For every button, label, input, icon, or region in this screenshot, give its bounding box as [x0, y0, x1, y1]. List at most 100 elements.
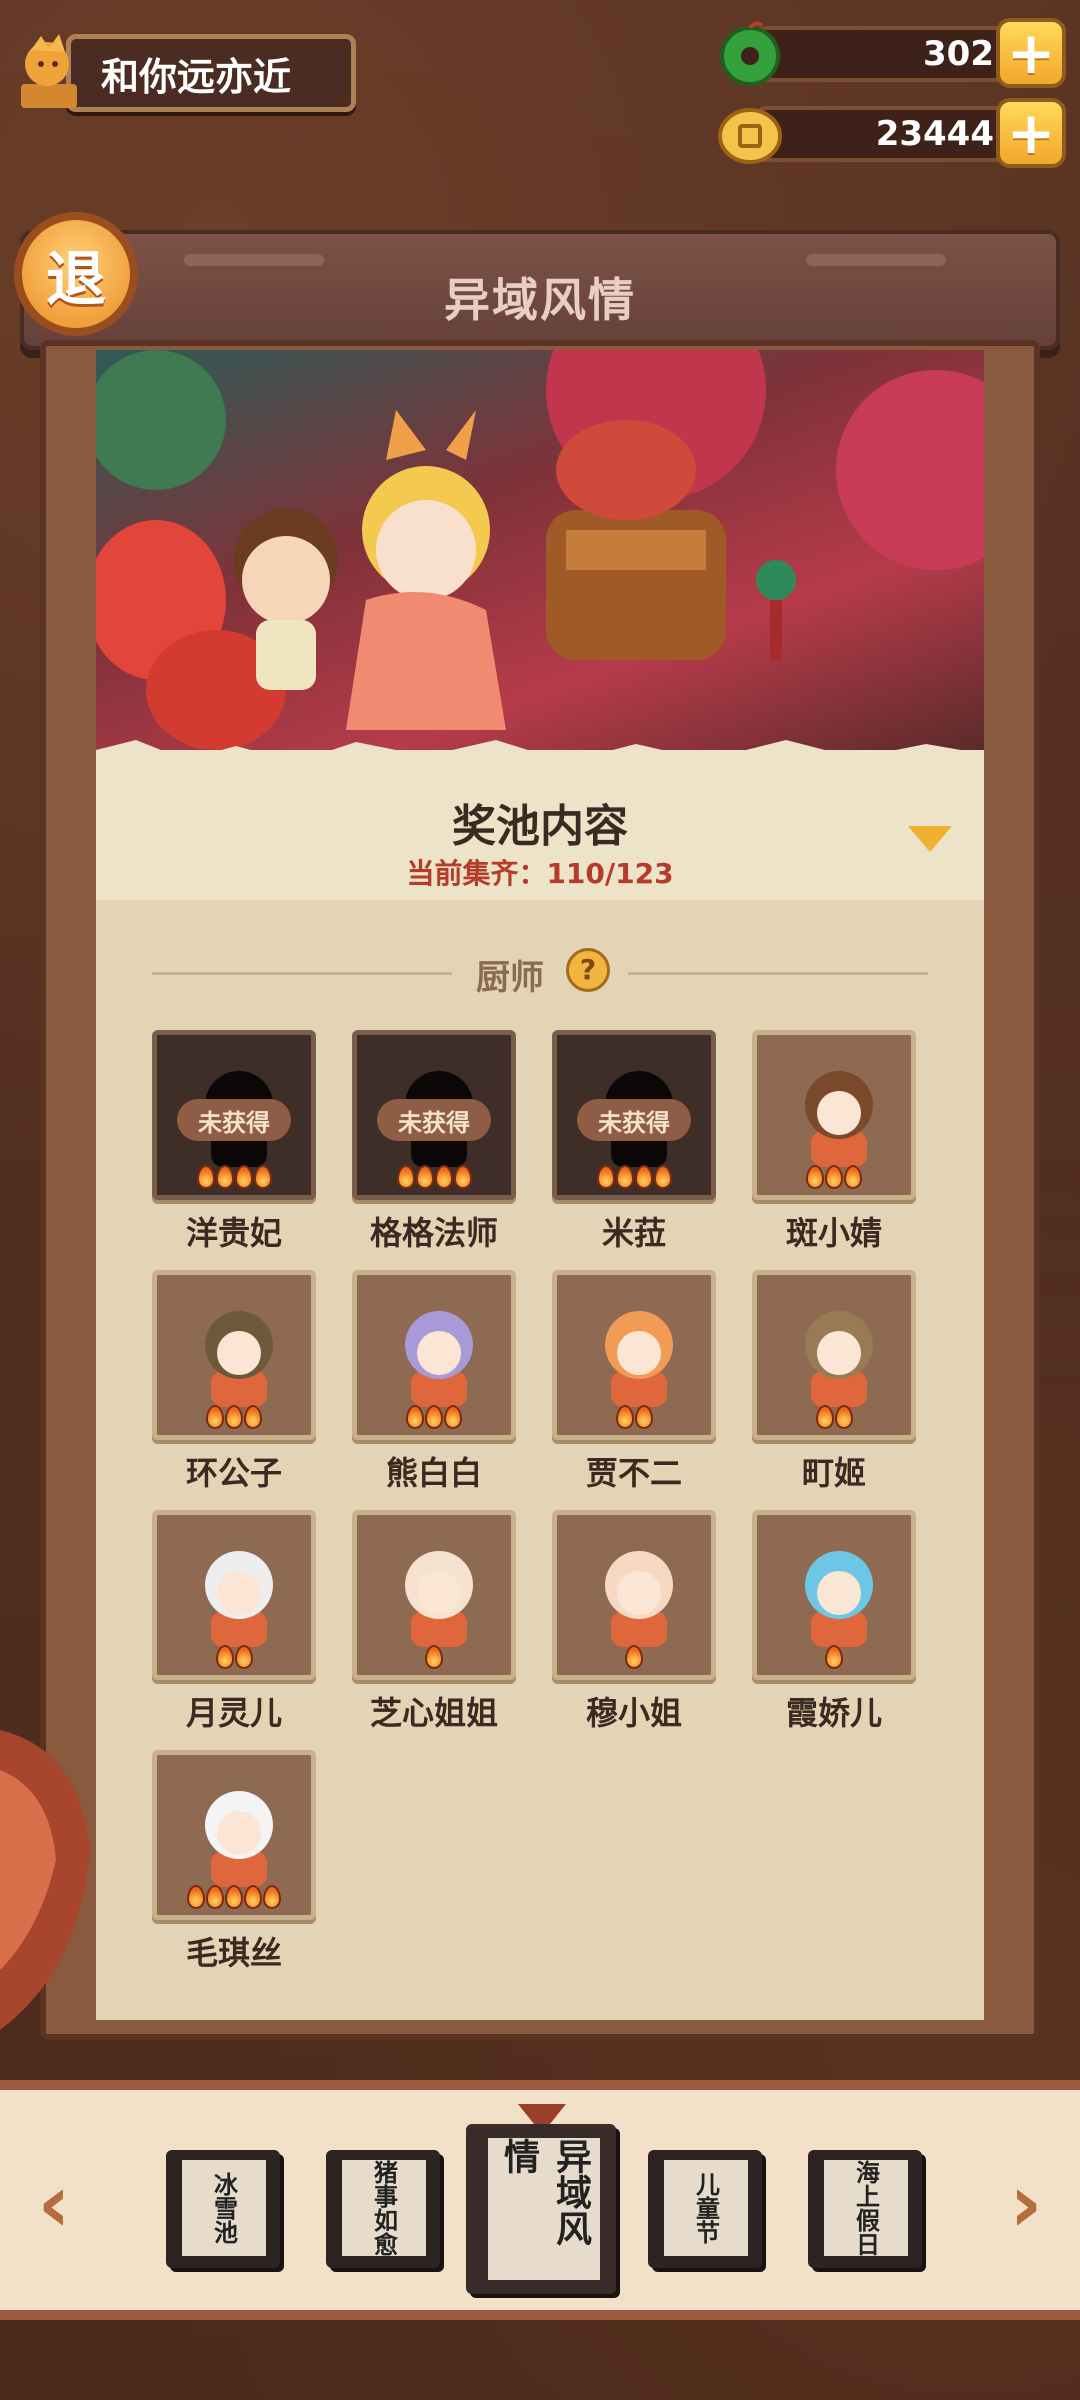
flame-icon: [206, 1885, 224, 1909]
chef-card[interactable]: 霞娇儿: [752, 1510, 916, 1732]
chef-list[interactable]: 厨师 ? 未获得 洋贵妃 未获得 格格法师 未获得 米菈 斑小婧 环公子 熊白白 贾不二 町姬 月灵儿…: [96, 900, 984, 2020]
chef-avatar-icon: [805, 1551, 873, 1647]
chef-portrait: [152, 1270, 316, 1440]
flame-icon: [234, 1645, 253, 1669]
chef-name: 穆小姐: [585, 1694, 682, 1732]
rarity-flames: [357, 1405, 511, 1429]
chef-name: 町姬: [801, 1454, 866, 1492]
chef-card[interactable]: 未获得 洋贵妃: [152, 1030, 316, 1252]
player-info[interactable]: 和你远亦近: [10, 30, 356, 116]
chef-portrait: [152, 1510, 316, 1680]
title-board: 异域风情: [20, 230, 1060, 350]
chef-avatar-icon: [405, 1551, 473, 1647]
rarity-flames: [757, 1645, 911, 1669]
chef-card[interactable]: 斑小婧: [752, 1030, 916, 1252]
rarity-flames: [557, 1165, 711, 1189]
back-button[interactable]: 退: [14, 212, 138, 336]
chef-name: 贾不二: [585, 1454, 682, 1492]
flame-icon: [425, 1645, 443, 1669]
flame-icon: [625, 1645, 643, 1669]
rarity-flames: [757, 1405, 911, 1429]
collapse-arrow-icon[interactable]: [908, 826, 952, 852]
chef-avatar-icon: [805, 1071, 873, 1167]
theme-tab[interactable]: 儿童节: [648, 2150, 762, 2268]
chef-card[interactable]: 芝心姐姐: [352, 1510, 516, 1732]
chef-portrait: [352, 1270, 516, 1440]
chef-card[interactable]: 未获得 米菈: [552, 1030, 716, 1252]
coin-currency: 23444 +: [716, 98, 1066, 168]
flame-icon: [196, 1165, 215, 1189]
torn-edge: [96, 740, 984, 790]
flame-icon: [806, 1165, 824, 1189]
not-obtained-badge: 未获得: [177, 1099, 291, 1141]
tab-cover: 冰雪池: [182, 2160, 266, 2256]
theme-tab[interactable]: 冰雪池: [166, 2150, 280, 2268]
flame-icon: [834, 1405, 853, 1429]
flame-icon: [615, 1165, 634, 1189]
flame-icon: [215, 1165, 234, 1189]
flame-icon: [406, 1405, 424, 1429]
flame-icon: [596, 1165, 615, 1189]
pool-panel: 奖池内容 当前集齐：110/123 厨师 ? 未获得 洋贵妃 未获得 格格法师 未获得米…: [96, 350, 984, 2020]
rarity-flames: [557, 1405, 711, 1429]
chef-card[interactable]: 熊白白: [352, 1270, 516, 1492]
not-obtained-badge: 未获得: [377, 1099, 491, 1141]
flame-icon: [206, 1405, 224, 1429]
chef-card[interactable]: 穆小姐: [552, 1510, 716, 1732]
rarity-flames: [357, 1165, 511, 1189]
chef-name: 环公子: [185, 1454, 282, 1492]
add-jade-button[interactable]: +: [996, 18, 1066, 88]
chef-card[interactable]: 贾不二: [552, 1270, 716, 1492]
flame-icon: [453, 1165, 472, 1189]
prev-arrow-icon[interactable]: ‹: [24, 2164, 84, 2244]
chef-card[interactable]: 未获得 格格法师: [352, 1030, 516, 1252]
gold-coin-icon: [716, 100, 784, 168]
rarity-flames: [157, 1645, 311, 1669]
flame-icon: [634, 1165, 653, 1189]
rarity-flames: [757, 1165, 911, 1189]
chef-name: 斑小婧: [785, 1214, 882, 1252]
section-header: 厨师 ?: [96, 940, 984, 1000]
chef-card[interactable]: 町姬: [752, 1270, 916, 1492]
flame-icon: [396, 1165, 415, 1189]
tab-cover: 儿童节: [664, 2160, 748, 2256]
theme-tab[interactable]: 海上假日: [808, 2150, 922, 2268]
coin-amount: 23444: [756, 106, 1026, 162]
player-name: 和你远亦近: [66, 34, 356, 112]
banner-image: [96, 350, 984, 750]
add-coin-button[interactable]: +: [996, 98, 1066, 168]
chef-name: 米菈: [601, 1214, 666, 1252]
chef-portrait: [552, 1510, 716, 1680]
chef-card[interactable]: 月灵儿: [152, 1510, 316, 1732]
jade-currency: 302 +: [716, 18, 1066, 88]
chef-avatar-icon: [405, 1311, 473, 1407]
chef-name: 月灵儿: [185, 1694, 282, 1732]
chef-portrait: [752, 1270, 916, 1440]
chef-name: 格格法师: [369, 1214, 498, 1252]
theme-tab[interactable]: 猪事如愈: [326, 2150, 440, 2268]
rarity-flames: [357, 1645, 511, 1669]
player-avatar-icon[interactable]: [10, 30, 90, 116]
chef-portrait: [352, 1510, 516, 1680]
not-obtained-badge: 未获得: [577, 1099, 691, 1141]
flame-icon: [844, 1165, 862, 1189]
tab-label: 冰雪池: [209, 2172, 238, 2244]
chef-portrait: 未获得: [352, 1030, 516, 1200]
tab-label: 异域风情: [498, 2138, 591, 2246]
flame-icon: [187, 1885, 205, 1909]
chef-portrait: 未获得: [552, 1030, 716, 1200]
help-icon[interactable]: ?: [566, 948, 610, 992]
flame-icon: [225, 1405, 243, 1429]
flame-icon: [244, 1885, 262, 1909]
flame-icon: [444, 1405, 462, 1429]
chef-portrait: [752, 1030, 916, 1200]
chef-card[interactable]: 毛琪丝: [152, 1750, 316, 1972]
next-arrow-icon[interactable]: ›: [996, 2164, 1056, 2244]
jade-amount: 302: [756, 26, 1026, 82]
chef-avatar-icon: [205, 1791, 273, 1887]
flame-icon: [815, 1405, 834, 1429]
flame-icon: [634, 1405, 653, 1429]
theme-tab[interactable]: 异域风情: [466, 2124, 616, 2294]
chef-card[interactable]: 环公子: [152, 1270, 316, 1492]
flame-icon: [825, 1165, 843, 1189]
